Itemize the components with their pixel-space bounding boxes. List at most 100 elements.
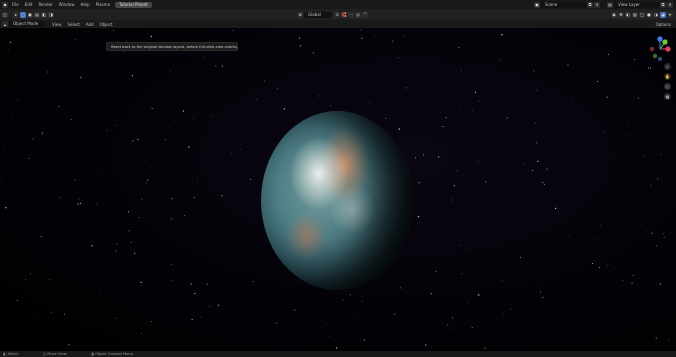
star	[58, 106, 60, 108]
view-layer-icon[interactable]: ▤	[607, 1, 613, 8]
star	[612, 177, 613, 179]
transform-orientation-dropdown[interactable]: Global	[304, 11, 332, 18]
star	[171, 279, 173, 281]
pan-hand-icon[interactable]: ✋	[664, 73, 671, 80]
shading-options-icon[interactable]: ▾	[667, 11, 673, 18]
star	[405, 87, 407, 89]
viewport-header: ▴ Object Mode View Select Add Object Opt…	[0, 20, 676, 28]
scene-icon[interactable]: ▣	[534, 1, 540, 8]
workspace-tab-active[interactable]: Tutorial Planet	[115, 1, 152, 8]
3d-viewport[interactable]: ⌕ ✋ 🎥 ▦ Reset back to the original windo…	[0, 28, 676, 351]
shading-solid-icon[interactable]: ●	[646, 11, 652, 18]
star	[446, 324, 448, 326]
star	[660, 154, 662, 155]
star	[571, 100, 573, 102]
copy-view-layer-icon[interactable]: ⧉	[660, 1, 666, 8]
star	[546, 168, 548, 170]
close-scene-icon[interactable]: ✕	[594, 1, 600, 8]
shading-rendered-icon[interactable]: ◕	[660, 11, 666, 18]
mode-dropdown[interactable]: Object Mode	[9, 21, 45, 27]
select-invert-icon[interactable]: ◧	[41, 11, 47, 18]
star	[631, 282, 633, 284]
select-intersect-icon[interactable]: ◨	[48, 11, 54, 18]
star	[329, 104, 331, 106]
editor-type-icon[interactable]: ◫	[2, 11, 8, 18]
star	[471, 327, 473, 329]
header-menu-object[interactable]: Object	[97, 22, 116, 27]
xray-toggle-icon[interactable]: ▧	[632, 11, 638, 18]
menu-plasma[interactable]: Plasma	[93, 2, 113, 7]
star	[96, 203, 97, 204]
gizmo-toggle-icon[interactable]: ✥	[618, 11, 624, 18]
star	[544, 183, 546, 185]
falloff-icon[interactable]: ⌒	[362, 11, 368, 18]
header-menu-add[interactable]: Add	[83, 22, 97, 27]
blender-logo-icon[interactable]: ◆	[2, 1, 8, 8]
star	[617, 115, 619, 117]
mode-icon[interactable]: ▴	[2, 21, 8, 27]
select-extend-icon[interactable]: ▣	[27, 11, 33, 18]
star	[543, 88, 545, 90]
star	[474, 91, 477, 93]
pivot-icon[interactable]: ⊙	[334, 11, 340, 18]
star	[592, 263, 593, 264]
options-dropdown[interactable]: Options	[653, 22, 674, 27]
navigation-gizmo[interactable]	[647, 36, 673, 62]
star	[477, 161, 479, 163]
star	[206, 283, 208, 285]
zoom-icon[interactable]: ⌕	[664, 63, 671, 70]
select-box-icon[interactable]: ▢	[20, 11, 26, 18]
star	[532, 169, 534, 172]
menu-file[interactable]: File	[9, 2, 22, 7]
star	[423, 154, 424, 156]
star	[485, 181, 487, 183]
star	[3, 149, 5, 151]
scene-name-field[interactable]: Scene	[541, 1, 587, 8]
star	[667, 339, 670, 341]
snap-icon[interactable]: 🧲	[341, 11, 347, 18]
star	[596, 80, 598, 83]
star	[373, 36, 375, 37]
visibility-icon[interactable]: ◉	[611, 11, 617, 18]
copy-scene-icon[interactable]: ⧉	[587, 1, 593, 8]
star	[469, 248, 471, 250]
star	[132, 140, 134, 142]
shading-material-icon[interactable]: ◑	[653, 11, 659, 18]
star	[637, 97, 639, 99]
perspective-toggle-icon[interactable]: ▦	[664, 93, 671, 100]
star	[50, 312, 52, 313]
star	[252, 281, 254, 283]
star	[511, 308, 513, 310]
star	[516, 100, 518, 102]
star	[161, 54, 162, 56]
star	[256, 98, 258, 100]
camera-view-icon[interactable]: 🎥	[664, 83, 671, 90]
select-tool-icon[interactable]: ▸	[13, 11, 19, 18]
star	[171, 198, 173, 200]
shading-wireframe-icon[interactable]: ◯	[639, 11, 645, 18]
star	[361, 300, 363, 302]
star	[276, 88, 278, 90]
star	[607, 53, 609, 55]
star	[456, 170, 458, 172]
menu-edit[interactable]: Edit	[22, 2, 36, 7]
menu-window[interactable]: Window	[56, 2, 78, 7]
star	[349, 294, 351, 296]
star	[30, 273, 31, 275]
view-layer-field[interactable]: View Layer	[614, 1, 660, 8]
star	[74, 39, 76, 41]
star	[606, 264, 608, 266]
star	[97, 167, 99, 169]
menu-render[interactable]: Render	[35, 2, 55, 7]
header-menu-view[interactable]: View	[49, 22, 65, 27]
menu-help[interactable]: Help	[77, 2, 92, 7]
proportional-edit-icon[interactable]: ◎	[355, 11, 361, 18]
orientation-icon[interactable]: ⊕	[297, 11, 303, 18]
close-view-layer-icon[interactable]: ✕	[667, 1, 673, 8]
star	[391, 40, 394, 42]
overlay-toggle-icon[interactable]: ◐	[625, 11, 631, 18]
header-menu-select[interactable]: Select	[65, 22, 83, 27]
star	[596, 239, 598, 241]
snap-target-icon[interactable]: ⋯	[348, 11, 354, 18]
select-subtract-icon[interactable]: ▤	[34, 11, 40, 18]
